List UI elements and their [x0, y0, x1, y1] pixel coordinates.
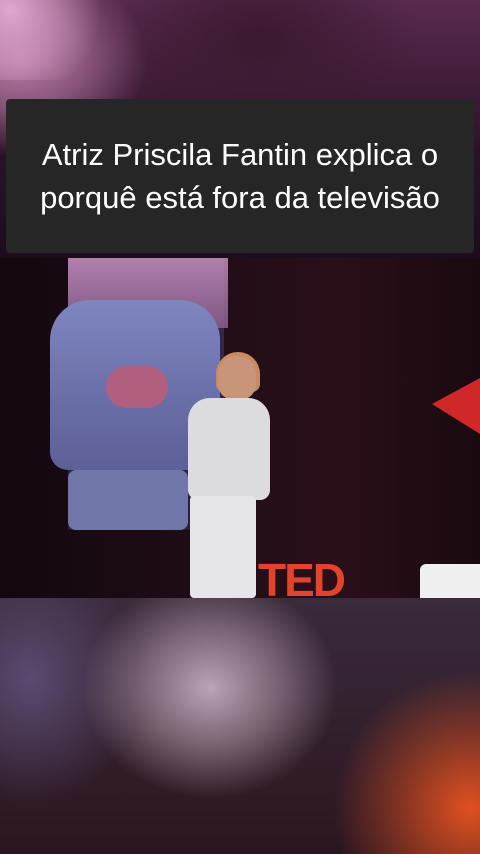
projected-speaker-hands [106, 366, 168, 408]
speaker-sweatshirt [188, 398, 270, 500]
projected-speaker-pants [68, 470, 188, 530]
video-frame[interactable]: TED [0, 258, 480, 598]
speaker-pants [190, 496, 256, 598]
blurred-background-bottom [0, 598, 480, 854]
red-stage-light [432, 378, 480, 434]
caption-text: Atriz Priscila Fantin explica o porquê e… [40, 137, 440, 215]
ted-logo: TED [258, 554, 346, 598]
speaker-head [218, 356, 256, 400]
ted-logo-suffix [420, 564, 480, 598]
caption-box: Atriz Priscila Fantin explica o porquê e… [6, 99, 474, 253]
